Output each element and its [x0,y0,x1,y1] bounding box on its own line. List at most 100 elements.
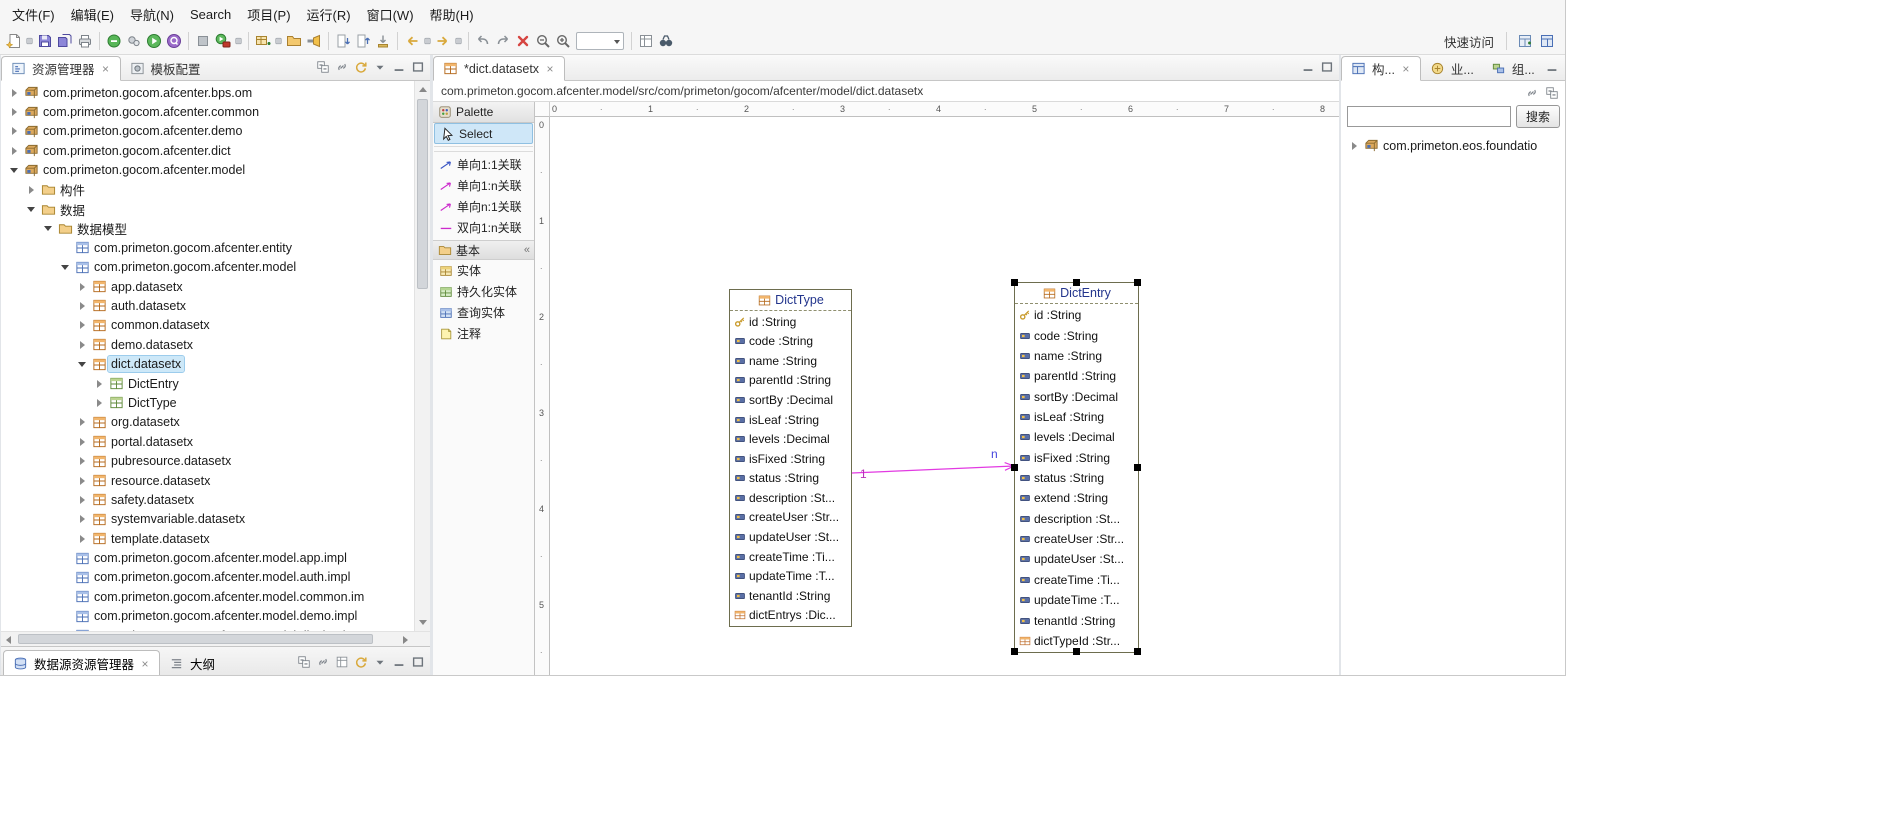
new-wizard-icon[interactable] [4,31,24,51]
tree-item[interactable]: template.datasetx [1,529,430,548]
scroll-down-icon[interactable] [415,615,430,630]
tab-outline[interactable]: 大纲 [160,650,223,676]
entity-field[interactable]: parentId :String [1018,366,1137,386]
chevron-collapsed-icon[interactable] [75,492,90,507]
chevron-collapsed-icon[interactable] [92,395,107,410]
collapse-all-icon[interactable] [1543,84,1561,102]
horizontal-ruler[interactable]: 0.1.2.3.4.5.6.7.8. [550,102,1339,117]
collapse-all-icon[interactable] [295,653,313,671]
tree-item[interactable]: auth.datasetx [1,296,430,315]
save-icon[interactable] [35,31,55,51]
palette-tool[interactable]: 双向1:n关联 [433,217,534,238]
flashlight-icon[interactable] [304,31,324,51]
minimize-icon[interactable] [390,58,408,76]
entity-field[interactable]: dictEntrys :Dic... [733,605,850,625]
tree-item[interactable]: com.primeton.gocom.afcenter.model [1,258,430,277]
tree-item[interactable]: DictEntry [1,374,430,393]
chevron-expanded-icon[interactable] [24,202,39,217]
last-edit-icon[interactable] [373,31,393,51]
entity-field[interactable]: tenantId :String [733,586,850,606]
entity-field[interactable]: tenantId :String [1018,610,1137,630]
menu-item[interactable]: 窗口(W) [359,2,422,27]
perspective-icon[interactable] [1537,31,1557,51]
chevron-collapsed-icon[interactable] [75,512,90,527]
chevron-collapsed-icon[interactable] [7,105,22,120]
palette-tool[interactable]: 单向n:1关联 [433,196,534,217]
chevron-collapsed-icon[interactable] [75,298,90,313]
maximize-icon[interactable] [1318,58,1336,76]
close-icon[interactable] [139,657,151,671]
tree-item[interactable]: resource.datasetx [1,471,430,490]
tree-item[interactable]: com.primeton.gocom.afcenter.model.demo.i… [1,607,430,626]
chevron-collapsed-icon[interactable] [75,279,90,294]
entity-field[interactable]: createTime :Ti... [733,547,850,567]
chevron-collapsed-icon[interactable] [24,182,39,197]
collapse-section-icon[interactable] [524,244,534,256]
resource-tree[interactable]: com.primeton.gocom.afcenter.bps.omcom.pr… [1,81,430,631]
entity-field[interactable]: createTime :Ti... [1018,570,1137,590]
entity-field[interactable]: updateTime :T... [1018,590,1137,610]
entity-field[interactable]: sortBy :Decimal [733,390,850,410]
tree-item[interactable]: 数据 [1,199,430,218]
tree-item[interactable]: pubresource.datasetx [1,451,430,470]
relation-target-label[interactable]: n [991,447,998,461]
maximize-icon[interactable] [1562,58,1566,76]
tree-item[interactable]: DictType [1,393,430,412]
palette-tool[interactable]: 单向1:1关联 [433,154,534,175]
collapse-all-icon[interactable] [314,58,332,76]
menu-item[interactable]: 编辑(E) [63,2,122,27]
vertical-scrollbar[interactable] [414,81,430,631]
chevron-collapsed-icon[interactable] [75,318,90,333]
tree-item[interactable]: systemvariable.datasetx [1,510,430,529]
annotation-prev-icon[interactable] [353,31,373,51]
minimize-icon[interactable] [390,653,408,671]
tree-item[interactable]: com.primeton.gocom.afcenter.model.app.im… [1,548,430,567]
scroll-right-icon[interactable] [398,632,413,647]
terminate-icon[interactable] [513,31,533,51]
tab-business[interactable]: 业... [1421,56,1482,81]
close-icon[interactable] [100,62,112,76]
search-button[interactable]: 搜索 [1516,105,1560,128]
close-icon[interactable] [1400,62,1412,76]
chevron-expanded-icon[interactable] [7,163,22,178]
tree-item[interactable]: com.primeton.gocom.afcenter.model [1,161,430,180]
save-all-icon[interactable] [55,31,75,51]
tree-item[interactable]: portal.datasetx [1,432,430,451]
entity-field[interactable]: extend :String [1018,488,1137,508]
chevron-collapsed-icon[interactable] [7,143,22,158]
horizontal-scrollbar[interactable] [1,631,430,646]
entity-field[interactable]: updateUser :St... [1018,549,1137,569]
menu-item[interactable]: 运行(R) [299,2,359,27]
dropdown-caret-icon[interactable] [273,31,284,51]
dropdown-caret-icon[interactable] [233,31,244,51]
refresh-icon[interactable] [352,653,370,671]
palette-tool[interactable]: Select [434,123,533,144]
entity-field[interactable]: isFixed :String [733,449,850,469]
minimize-icon[interactable] [1543,58,1561,76]
tab-components[interactable]: 构... [1341,56,1421,81]
entity-field[interactable]: isFixed :String [1018,448,1137,468]
chevron-collapsed-icon[interactable] [75,531,90,546]
tree-item[interactable]: app.datasetx [1,277,430,296]
tree-item[interactable]: 构件 [1,180,430,199]
entity-field[interactable]: parentId :String [733,371,850,391]
new-entity-icon[interactable] [253,31,273,51]
scrollbar-thumb[interactable] [417,99,428,289]
tab-resource-explorer[interactable]: 资源管理器 [1,56,121,81]
toolbar-combo[interactable] [576,32,624,50]
chevron-collapsed-icon[interactable] [1347,138,1362,153]
relation-line[interactable] [550,117,1339,675]
menu-item[interactable]: 项目(P) [239,2,298,27]
search-input[interactable] [1347,106,1511,127]
tree-item[interactable]: com.primeton.gocom.afcenter.model.common… [1,587,430,606]
entity-field[interactable]: status :String [733,469,850,489]
tab-datasource-explorer[interactable]: 数据源资源管理器 [3,650,160,676]
redo-icon[interactable] [493,31,513,51]
entity-field[interactable]: isLeaf :String [733,410,850,430]
layout-icon[interactable] [333,653,351,671]
palette-tool[interactable]: 持久化实体 [433,281,534,302]
menu-item[interactable]: 文件(F) [4,2,63,27]
relation-source-label[interactable]: 1 [860,467,867,481]
diagram-canvas[interactable]: DictTypeid :Stringcode :Stringname :Stri… [550,117,1339,675]
dropdown-caret-icon[interactable] [24,31,35,51]
